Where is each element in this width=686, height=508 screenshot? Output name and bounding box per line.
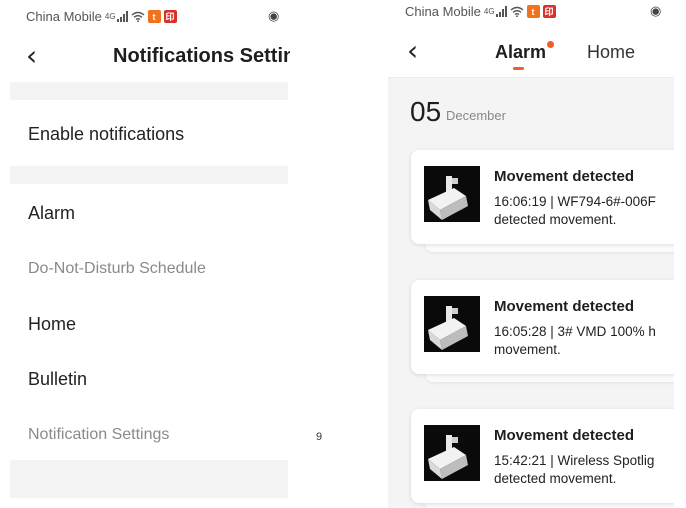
settings-item-home[interactable]: Home <box>28 314 76 335</box>
event-description: 16:05:28 | 3# VMD 100% h movement. <box>494 323 674 359</box>
event-card[interactable]: Movement detected 16:05:28 | 3# VMD 100%… <box>411 280 674 382</box>
settings-item-notification-settings[interactable]: Notification Settings <box>28 426 169 444</box>
message-center-screen: China Mobile 4G t 印 ◉ ‹ Alarm Home 05 De… <box>388 0 674 508</box>
carrier-name: China Mobile <box>405 4 481 19</box>
event-time-device: 16:05:28 | 3# VMD 100% h <box>494 324 656 339</box>
app-notification-icon: 印 <box>163 10 177 23</box>
camera-thumbnail[interactable] <box>424 166 480 222</box>
network-type: 4G <box>483 7 495 16</box>
camera-thumbnail[interactable] <box>424 425 480 481</box>
section-divider <box>10 460 288 498</box>
section-divider <box>10 166 288 184</box>
notification-settings-screen: China Mobile 4G t 印 ◉ ‹ Notifications Se… <box>0 0 290 508</box>
signal-icon <box>495 6 507 17</box>
date-day: 05 <box>410 96 442 127</box>
event-title: Movement detected <box>494 427 635 444</box>
event-detail: detected movement. <box>494 471 617 486</box>
settings-item-dnd-schedule[interactable]: Do-Not-Disturb Schedule <box>28 260 206 278</box>
network-type: 4G <box>104 12 116 21</box>
event-title: Movement detected <box>494 298 635 315</box>
event-detail: movement. <box>494 342 561 357</box>
app-notification-icon: t <box>526 5 540 18</box>
app-notification-icon: t <box>147 10 161 23</box>
back-chevron-icon[interactable]: ‹ <box>407 37 418 65</box>
page-title: Notifications Settin <box>113 45 290 67</box>
camera-thumbnail[interactable] <box>424 296 480 352</box>
unread-dot <box>547 41 555 48</box>
carrier-name: China Mobile <box>26 9 102 24</box>
event-card-body[interactable]: Movement detected 16:06:19 | WF794-6#-00… <box>411 150 674 244</box>
event-card[interactable]: Movement detected 15:42:21 | Wireless Sp… <box>411 409 674 508</box>
event-description: 15:42:21 | Wireless Spotlig detected mov… <box>494 452 674 488</box>
event-card[interactable]: Movement detected 16:06:19 | WF794-6#-00… <box>411 150 674 252</box>
enable-notifications-toggle-row[interactable]: Enable notifications <box>28 124 184 145</box>
section-divider <box>10 82 288 100</box>
event-time-device: 16:06:19 | WF794-6#-006F <box>494 194 656 209</box>
event-card-body[interactable]: Movement detected 16:05:28 | 3# VMD 100%… <box>411 280 674 374</box>
wifi-icon <box>131 11 144 22</box>
tab-label: Alarm <box>495 42 547 62</box>
top-bar: China Mobile 4G t 印 ◉ ‹ Alarm Home <box>388 0 674 78</box>
status-bar: China Mobile 4G t 印 <box>405 4 559 19</box>
signal-icon <box>116 11 128 22</box>
date-month: December <box>446 108 506 123</box>
eye-icon: ◉ <box>268 8 280 23</box>
event-detail: detected movement. <box>494 212 617 227</box>
event-time-device: 15:42:21 | Wireless Spotlig <box>494 453 655 468</box>
tab-alarm[interactable]: Alarm <box>495 41 555 63</box>
event-description: 16:06:19 | WF794-6#-006F detected moveme… <box>494 193 674 229</box>
active-tab-indicator <box>513 67 524 70</box>
settings-item-bulletin[interactable]: Bulletin <box>28 369 87 390</box>
wifi-icon <box>510 6 523 17</box>
app-notification-icon: 印 <box>542 5 556 18</box>
back-chevron-icon[interactable]: ‹ <box>26 42 37 70</box>
eye-icon: ◉ <box>650 3 662 18</box>
page-number: 9 <box>316 431 323 443</box>
tab-home[interactable]: Home <box>587 42 635 63</box>
event-title: Movement detected <box>494 168 635 185</box>
status-bar: China Mobile 4G t 印 <box>26 9 180 24</box>
event-card-body[interactable]: Movement detected 15:42:21 | Wireless Sp… <box>411 409 674 503</box>
settings-item-alarm[interactable]: Alarm <box>28 203 75 224</box>
